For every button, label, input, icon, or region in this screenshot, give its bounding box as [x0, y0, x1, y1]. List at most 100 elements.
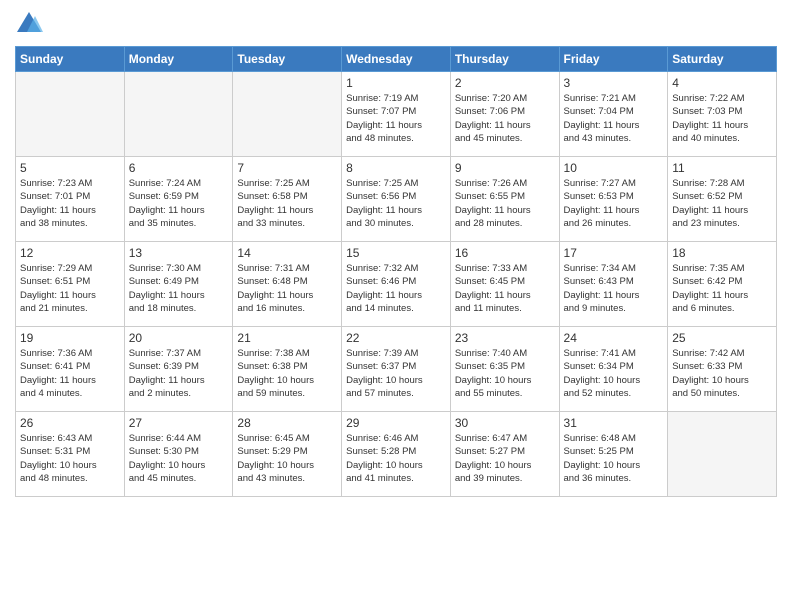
- calendar-cell: 16 Sunrise: 7:33 AM Sunset: 6:45 PM Dayli…: [450, 242, 559, 327]
- day-number: 16: [455, 246, 555, 260]
- day-number: 18: [672, 246, 772, 260]
- calendar-cell: 1 Sunrise: 7:19 AM Sunset: 7:07 PM Daylig…: [342, 72, 451, 157]
- calendar-cell: 27 Sunrise: 6:44 AM Sunset: 5:30 PM Dayli…: [124, 412, 233, 497]
- calendar-row-2: 12Sunrise: 7:29 AM Sunset: 6:51 PM Dayli…: [16, 242, 777, 327]
- day-info: Sunrise: 7:22 AM Sunset: 7:03 PM Dayligh…: [672, 92, 772, 145]
- day-info: Sunrise: 6:47 AM Sunset: 5:27 PM Dayligh…: [455, 432, 555, 485]
- day-number: 25: [672, 331, 772, 345]
- day-number: 2: [455, 76, 555, 90]
- day-number: 13: [129, 246, 229, 260]
- calendar-cell: 4 Sunrise: 7:22 AM Sunset: 7:03 PM Daylig…: [668, 72, 777, 157]
- day-number: 27: [129, 416, 229, 430]
- day-info: Sunrise: 7:25 AM Sunset: 6:56 PM Dayligh…: [346, 177, 446, 230]
- day-number: 26: [20, 416, 120, 430]
- calendar-cell: 9Sunrise: 7:26 AM Sunset: 6:55 PM Daylig…: [450, 157, 559, 242]
- calendar-cell: 3Sunrise: 7:21 AM Sunset: 7:04 PM Daylig…: [559, 72, 668, 157]
- day-number: 30: [455, 416, 555, 430]
- day-info: Sunrise: 7:38 AM Sunset: 6:38 PM Dayligh…: [237, 347, 337, 400]
- calendar-cell: 26 Sunrise: 6:43 AM Sunset: 5:31 PM Dayli…: [16, 412, 125, 497]
- day-header-sunday: Sunday: [16, 47, 125, 72]
- calendar-cell: [16, 72, 125, 157]
- calendar: SundayMondayTuesdayWednesdayThursdayFrid…: [15, 46, 777, 497]
- day-number: 14: [237, 246, 337, 260]
- day-info: Sunrise: 7:19 AM Sunset: 7:07 PM Dayligh…: [346, 92, 446, 145]
- calendar-cell: 18 Sunrise: 7:35 AM Sunset: 6:42 PM Dayli…: [668, 242, 777, 327]
- day-number: 1: [346, 76, 446, 90]
- calendar-cell: 29 Sunrise: 6:46 AM Sunset: 5:28 PM Dayli…: [342, 412, 451, 497]
- day-number: 4: [672, 76, 772, 90]
- calendar-row-3: 19Sunrise: 7:36 AM Sunset: 6:41 PM Dayli…: [16, 327, 777, 412]
- day-number: 23: [455, 331, 555, 345]
- day-number: 17: [564, 246, 664, 260]
- calendar-cell: 10 Sunrise: 7:27 AM Sunset: 6:53 PM Dayli…: [559, 157, 668, 242]
- day-number: 31: [564, 416, 664, 430]
- calendar-cell: 21Sunrise: 7:38 AM Sunset: 6:38 PM Dayli…: [233, 327, 342, 412]
- day-info: Sunrise: 7:20 AM Sunset: 7:06 PM Dayligh…: [455, 92, 555, 145]
- day-info: Sunrise: 7:29 AM Sunset: 6:51 PM Dayligh…: [20, 262, 120, 315]
- day-info: Sunrise: 7:21 AM Sunset: 7:04 PM Dayligh…: [564, 92, 664, 145]
- day-info: Sunrise: 7:28 AM Sunset: 6:52 PM Dayligh…: [672, 177, 772, 230]
- calendar-cell: [668, 412, 777, 497]
- day-info: Sunrise: 6:48 AM Sunset: 5:25 PM Dayligh…: [564, 432, 664, 485]
- day-header-saturday: Saturday: [668, 47, 777, 72]
- day-info: Sunrise: 6:43 AM Sunset: 5:31 PM Dayligh…: [20, 432, 120, 485]
- day-info: Sunrise: 7:24 AM Sunset: 6:59 PM Dayligh…: [129, 177, 229, 230]
- day-number: 11: [672, 161, 772, 175]
- day-info: Sunrise: 6:45 AM Sunset: 5:29 PM Dayligh…: [237, 432, 337, 485]
- day-header-monday: Monday: [124, 47, 233, 72]
- day-info: Sunrise: 7:26 AM Sunset: 6:55 PM Dayligh…: [455, 177, 555, 230]
- day-number: 20: [129, 331, 229, 345]
- day-info: Sunrise: 6:44 AM Sunset: 5:30 PM Dayligh…: [129, 432, 229, 485]
- calendar-cell: 22 Sunrise: 7:39 AM Sunset: 6:37 PM Dayli…: [342, 327, 451, 412]
- day-info: Sunrise: 7:31 AM Sunset: 6:48 PM Dayligh…: [237, 262, 337, 315]
- calendar-cell: 13Sunrise: 7:30 AM Sunset: 6:49 PM Dayli…: [124, 242, 233, 327]
- calendar-cell: 23 Sunrise: 7:40 AM Sunset: 6:35 PM Dayli…: [450, 327, 559, 412]
- day-number: 29: [346, 416, 446, 430]
- calendar-cell: 17 Sunrise: 7:34 AM Sunset: 6:43 PM Dayli…: [559, 242, 668, 327]
- day-number: 24: [564, 331, 664, 345]
- calendar-cell: 12Sunrise: 7:29 AM Sunset: 6:51 PM Dayli…: [16, 242, 125, 327]
- day-info: Sunrise: 7:37 AM Sunset: 6:39 PM Dayligh…: [129, 347, 229, 400]
- day-info: Sunrise: 7:25 AM Sunset: 6:58 PM Dayligh…: [237, 177, 337, 230]
- day-number: 10: [564, 161, 664, 175]
- day-info: Sunrise: 7:33 AM Sunset: 6:45 PM Dayligh…: [455, 262, 555, 315]
- calendar-cell: 6 Sunrise: 7:24 AM Sunset: 6:59 PM Daylig…: [124, 157, 233, 242]
- calendar-row-4: 26 Sunrise: 6:43 AM Sunset: 5:31 PM Dayli…: [16, 412, 777, 497]
- day-info: Sunrise: 7:34 AM Sunset: 6:43 PM Dayligh…: [564, 262, 664, 315]
- day-number: 6: [129, 161, 229, 175]
- day-number: 5: [20, 161, 120, 175]
- calendar-cell: 8 Sunrise: 7:25 AM Sunset: 6:56 PM Daylig…: [342, 157, 451, 242]
- calendar-cell: 31 Sunrise: 6:48 AM Sunset: 5:25 PM Dayli…: [559, 412, 668, 497]
- day-header-thursday: Thursday: [450, 47, 559, 72]
- logo: [15, 10, 47, 38]
- day-info: Sunrise: 7:23 AM Sunset: 7:01 PM Dayligh…: [20, 177, 120, 230]
- day-info: Sunrise: 7:27 AM Sunset: 6:53 PM Dayligh…: [564, 177, 664, 230]
- calendar-cell: 19Sunrise: 7:36 AM Sunset: 6:41 PM Dayli…: [16, 327, 125, 412]
- calendar-cell: 30 Sunrise: 6:47 AM Sunset: 5:27 PM Dayli…: [450, 412, 559, 497]
- calendar-cell: 11 Sunrise: 7:28 AM Sunset: 6:52 PM Dayli…: [668, 157, 777, 242]
- day-number: 7: [237, 161, 337, 175]
- calendar-cell: 7 Sunrise: 7:25 AM Sunset: 6:58 PM Daylig…: [233, 157, 342, 242]
- day-number: 15: [346, 246, 446, 260]
- calendar-row-0: 1 Sunrise: 7:19 AM Sunset: 7:07 PM Daylig…: [16, 72, 777, 157]
- day-info: Sunrise: 6:46 AM Sunset: 5:28 PM Dayligh…: [346, 432, 446, 485]
- header: [15, 10, 777, 38]
- calendar-cell: 28Sunrise: 6:45 AM Sunset: 5:29 PM Dayli…: [233, 412, 342, 497]
- calendar-cell: [124, 72, 233, 157]
- day-info: Sunrise: 7:40 AM Sunset: 6:35 PM Dayligh…: [455, 347, 555, 400]
- day-info: Sunrise: 7:35 AM Sunset: 6:42 PM Dayligh…: [672, 262, 772, 315]
- day-header-wednesday: Wednesday: [342, 47, 451, 72]
- day-info: Sunrise: 7:39 AM Sunset: 6:37 PM Dayligh…: [346, 347, 446, 400]
- day-info: Sunrise: 7:32 AM Sunset: 6:46 PM Dayligh…: [346, 262, 446, 315]
- day-number: 19: [20, 331, 120, 345]
- calendar-cell: 14 Sunrise: 7:31 AM Sunset: 6:48 PM Dayli…: [233, 242, 342, 327]
- day-number: 8: [346, 161, 446, 175]
- logo-icon: [15, 10, 43, 38]
- calendar-cell: 2 Sunrise: 7:20 AM Sunset: 7:06 PM Daylig…: [450, 72, 559, 157]
- calendar-cell: 5 Sunrise: 7:23 AM Sunset: 7:01 PM Daylig…: [16, 157, 125, 242]
- calendar-cell: 25 Sunrise: 7:42 AM Sunset: 6:33 PM Dayli…: [668, 327, 777, 412]
- day-info: Sunrise: 7:42 AM Sunset: 6:33 PM Dayligh…: [672, 347, 772, 400]
- day-number: 22: [346, 331, 446, 345]
- day-header-friday: Friday: [559, 47, 668, 72]
- day-header-tuesday: Tuesday: [233, 47, 342, 72]
